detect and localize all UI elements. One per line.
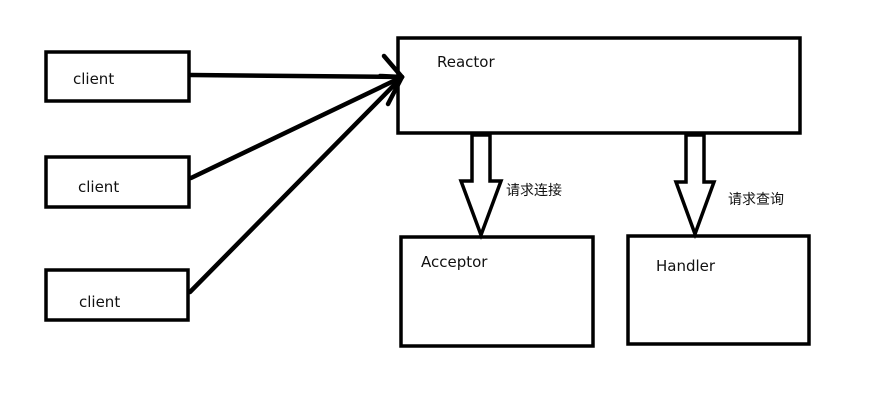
edge-client2-to-reactor [188,74,405,181]
reactor-node: Reactor [396,36,802,135]
edge-reactor-to-handler: 请求查询 [673,133,784,240]
edge-reactor-to-acceptor: 请求连接 [458,133,562,241]
edge-client3-to-reactor [187,74,405,295]
request-connect-label: 请求连接 [506,182,562,199]
client-node-1: client [44,50,191,103]
reactor-diagram: client client client Reactor Acceptor Ha… [44,36,811,348]
request-query-label: 请求查询 [728,192,784,208]
handler-label: Handler [656,257,716,275]
acceptor-node: Acceptor [399,235,595,348]
client-label-2: client [78,178,119,196]
acceptor-label: Acceptor [421,253,488,271]
reactor-label: Reactor [437,53,495,71]
client-label-1: client [73,70,114,88]
client-label-3: client [79,293,120,311]
edge-client1-to-reactor [188,72,405,80]
client-node-2: client [44,155,191,209]
handler-node: Handler [626,234,811,346]
client-node-3: client [44,268,190,322]
